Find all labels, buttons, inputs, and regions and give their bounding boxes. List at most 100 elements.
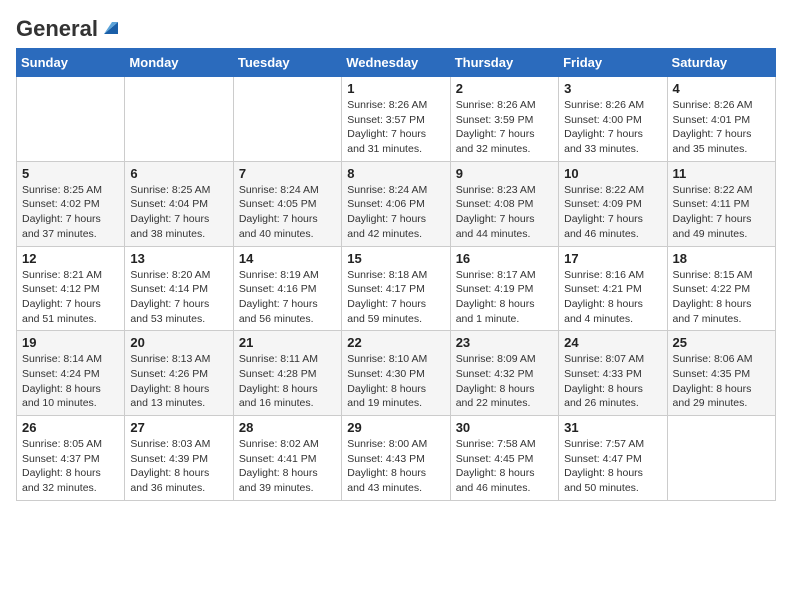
- day-info: Sunrise: 8:10 AMSunset: 4:30 PMDaylight:…: [347, 352, 444, 411]
- day-info: Sunrise: 8:23 AMSunset: 4:08 PMDaylight:…: [456, 183, 553, 242]
- day-number: 24: [564, 335, 661, 350]
- calendar-header: SundayMondayTuesdayWednesdayThursdayFrid…: [17, 49, 776, 77]
- page-header: General: [16, 16, 776, 36]
- calendar-cell: 28 Sunrise: 8:02 AMSunset: 4:41 PMDayligh…: [233, 416, 341, 501]
- calendar-cell: 13Sunrise: 8:20 AMSunset: 4:14 PMDayligh…: [125, 246, 233, 331]
- day-number: 25: [673, 335, 770, 350]
- weekday-header: Tuesday: [233, 49, 341, 77]
- day-number: 30: [456, 420, 553, 435]
- calendar-cell: 17 Sunrise: 8:16 AMSunset: 4:21 PMDayligh…: [559, 246, 667, 331]
- day-info: Sunrise: 7:58 AMSunset: 4:45 PMDaylight:…: [456, 437, 553, 496]
- day-info: Sunrise: 8:13 AMSunset: 4:26 PMDaylight:…: [130, 352, 227, 411]
- calendar-cell: [667, 416, 775, 501]
- day-info: Sunrise: 8:02 AMSunset: 4:41 PMDaylight:…: [239, 437, 336, 496]
- day-number: 3: [564, 81, 661, 96]
- calendar-week-row: 5 Sunrise: 8:25 AMSunset: 4:02 PMDaylight…: [17, 161, 776, 246]
- calendar-week-row: 12Sunrise: 8:21 AMSunset: 4:12 PMDayligh…: [17, 246, 776, 331]
- calendar-cell: 22 Sunrise: 8:10 AMSunset: 4:30 PMDayligh…: [342, 331, 450, 416]
- day-number: 28: [239, 420, 336, 435]
- calendar-cell: 19 Sunrise: 8:14 AMSunset: 4:24 PMDayligh…: [17, 331, 125, 416]
- day-info: Sunrise: 8:26 AMSunset: 4:00 PMDaylight:…: [564, 98, 661, 157]
- calendar-week-row: 19 Sunrise: 8:14 AMSunset: 4:24 PMDayligh…: [17, 331, 776, 416]
- day-number: 22: [347, 335, 444, 350]
- calendar-cell: 9 Sunrise: 8:23 AMSunset: 4:08 PMDaylight…: [450, 161, 558, 246]
- day-number: 8: [347, 166, 444, 181]
- day-number: 2: [456, 81, 553, 96]
- calendar-cell: 10 Sunrise: 8:22 AMSunset: 4:09 PMDayligh…: [559, 161, 667, 246]
- day-info: Sunrise: 8:26 AMSunset: 3:59 PMDaylight:…: [456, 98, 553, 157]
- calendar-cell: 23 Sunrise: 8:09 AMSunset: 4:32 PMDayligh…: [450, 331, 558, 416]
- weekday-header: Friday: [559, 49, 667, 77]
- calendar-cell: 2 Sunrise: 8:26 AMSunset: 3:59 PMDaylight…: [450, 77, 558, 162]
- day-number: 5: [22, 166, 119, 181]
- day-number: 26: [22, 420, 119, 435]
- calendar-cell: 25 Sunrise: 8:06 AMSunset: 4:35 PMDayligh…: [667, 331, 775, 416]
- day-info: Sunrise: 8:24 AMSunset: 4:06 PMDaylight:…: [347, 183, 444, 242]
- weekday-header: Thursday: [450, 49, 558, 77]
- day-number: 4: [673, 81, 770, 96]
- logo-icon: [100, 16, 122, 38]
- day-info: Sunrise: 8:14 AMSunset: 4:24 PMDaylight:…: [22, 352, 119, 411]
- day-info: Sunrise: 8:20 AMSunset: 4:14 PMDaylight:…: [130, 268, 227, 327]
- weekday-header: Wednesday: [342, 49, 450, 77]
- day-info: Sunrise: 8:19 AMSunset: 4:16 PMDaylight:…: [239, 268, 336, 327]
- day-info: Sunrise: 8:09 AMSunset: 4:32 PMDaylight:…: [456, 352, 553, 411]
- calendar-cell: 31 Sunrise: 7:57 AMSunset: 4:47 PMDayligh…: [559, 416, 667, 501]
- day-number: 31: [564, 420, 661, 435]
- day-info: Sunrise: 8:22 AMSunset: 4:11 PMDaylight:…: [673, 183, 770, 242]
- calendar-table: SundayMondayTuesdayWednesdayThursdayFrid…: [16, 48, 776, 501]
- calendar-cell: 30 Sunrise: 7:58 AMSunset: 4:45 PMDayligh…: [450, 416, 558, 501]
- day-number: 15: [347, 251, 444, 266]
- calendar-cell: [233, 77, 341, 162]
- day-info: Sunrise: 8:07 AMSunset: 4:33 PMDaylight:…: [564, 352, 661, 411]
- calendar-cell: 15Sunrise: 8:18 AMSunset: 4:17 PMDayligh…: [342, 246, 450, 331]
- day-number: 14: [239, 251, 336, 266]
- day-number: 9: [456, 166, 553, 181]
- day-info: Sunrise: 8:11 AMSunset: 4:28 PMDaylight:…: [239, 352, 336, 411]
- day-number: 20: [130, 335, 227, 350]
- calendar-cell: 5 Sunrise: 8:25 AMSunset: 4:02 PMDaylight…: [17, 161, 125, 246]
- day-number: 10: [564, 166, 661, 181]
- calendar-cell: 11Sunrise: 8:22 AMSunset: 4:11 PMDayligh…: [667, 161, 775, 246]
- day-number: 21: [239, 335, 336, 350]
- calendar-cell: 3 Sunrise: 8:26 AMSunset: 4:00 PMDaylight…: [559, 77, 667, 162]
- calendar-cell: 16Sunrise: 8:17 AMSunset: 4:19 PMDayligh…: [450, 246, 558, 331]
- day-number: 7: [239, 166, 336, 181]
- day-info: Sunrise: 8:26 AMSunset: 3:57 PMDaylight:…: [347, 98, 444, 157]
- day-info: Sunrise: 8:17 AMSunset: 4:19 PMDaylight:…: [456, 268, 553, 327]
- day-number: 6: [130, 166, 227, 181]
- calendar-cell: 12Sunrise: 8:21 AMSunset: 4:12 PMDayligh…: [17, 246, 125, 331]
- calendar-cell: 29Sunrise: 8:00 AMSunset: 4:43 PMDayligh…: [342, 416, 450, 501]
- day-number: 27: [130, 420, 227, 435]
- calendar-cell: 18Sunrise: 8:15 AMSunset: 4:22 PMDayligh…: [667, 246, 775, 331]
- day-info: Sunrise: 8:06 AMSunset: 4:35 PMDaylight:…: [673, 352, 770, 411]
- logo: General: [16, 16, 122, 36]
- day-info: Sunrise: 7:57 AMSunset: 4:47 PMDaylight:…: [564, 437, 661, 496]
- day-info: Sunrise: 8:16 AMSunset: 4:21 PMDaylight:…: [564, 268, 661, 327]
- calendar-cell: 7Sunrise: 8:24 AMSunset: 4:05 PMDaylight…: [233, 161, 341, 246]
- day-number: 17: [564, 251, 661, 266]
- day-info: Sunrise: 8:25 AMSunset: 4:02 PMDaylight:…: [22, 183, 119, 242]
- day-info: Sunrise: 8:22 AMSunset: 4:09 PMDaylight:…: [564, 183, 661, 242]
- calendar-cell: 27 Sunrise: 8:03 AMSunset: 4:39 PMDayligh…: [125, 416, 233, 501]
- calendar-cell: 4Sunrise: 8:26 AMSunset: 4:01 PMDaylight…: [667, 77, 775, 162]
- calendar-cell: 20 Sunrise: 8:13 AMSunset: 4:26 PMDayligh…: [125, 331, 233, 416]
- calendar-cell: 8 Sunrise: 8:24 AMSunset: 4:06 PMDaylight…: [342, 161, 450, 246]
- day-info: Sunrise: 8:15 AMSunset: 4:22 PMDaylight:…: [673, 268, 770, 327]
- calendar-cell: 21 Sunrise: 8:11 AMSunset: 4:28 PMDayligh…: [233, 331, 341, 416]
- weekday-header: Sunday: [17, 49, 125, 77]
- day-number: 1: [347, 81, 444, 96]
- calendar-cell: 26 Sunrise: 8:05 AMSunset: 4:37 PMDayligh…: [17, 416, 125, 501]
- calendar-cell: [17, 77, 125, 162]
- day-info: Sunrise: 8:25 AMSunset: 4:04 PMDaylight:…: [130, 183, 227, 242]
- day-number: 23: [456, 335, 553, 350]
- day-info: Sunrise: 8:03 AMSunset: 4:39 PMDaylight:…: [130, 437, 227, 496]
- calendar-cell: 6 Sunrise: 8:25 AMSunset: 4:04 PMDaylight…: [125, 161, 233, 246]
- calendar-cell: 1 Sunrise: 8:26 AMSunset: 3:57 PMDaylight…: [342, 77, 450, 162]
- weekday-header: Saturday: [667, 49, 775, 77]
- calendar-week-row: 1 Sunrise: 8:26 AMSunset: 3:57 PMDaylight…: [17, 77, 776, 162]
- day-info: Sunrise: 8:21 AMSunset: 4:12 PMDaylight:…: [22, 268, 119, 327]
- calendar-week-row: 26 Sunrise: 8:05 AMSunset: 4:37 PMDayligh…: [17, 416, 776, 501]
- day-info: Sunrise: 8:05 AMSunset: 4:37 PMDaylight:…: [22, 437, 119, 496]
- day-number: 19: [22, 335, 119, 350]
